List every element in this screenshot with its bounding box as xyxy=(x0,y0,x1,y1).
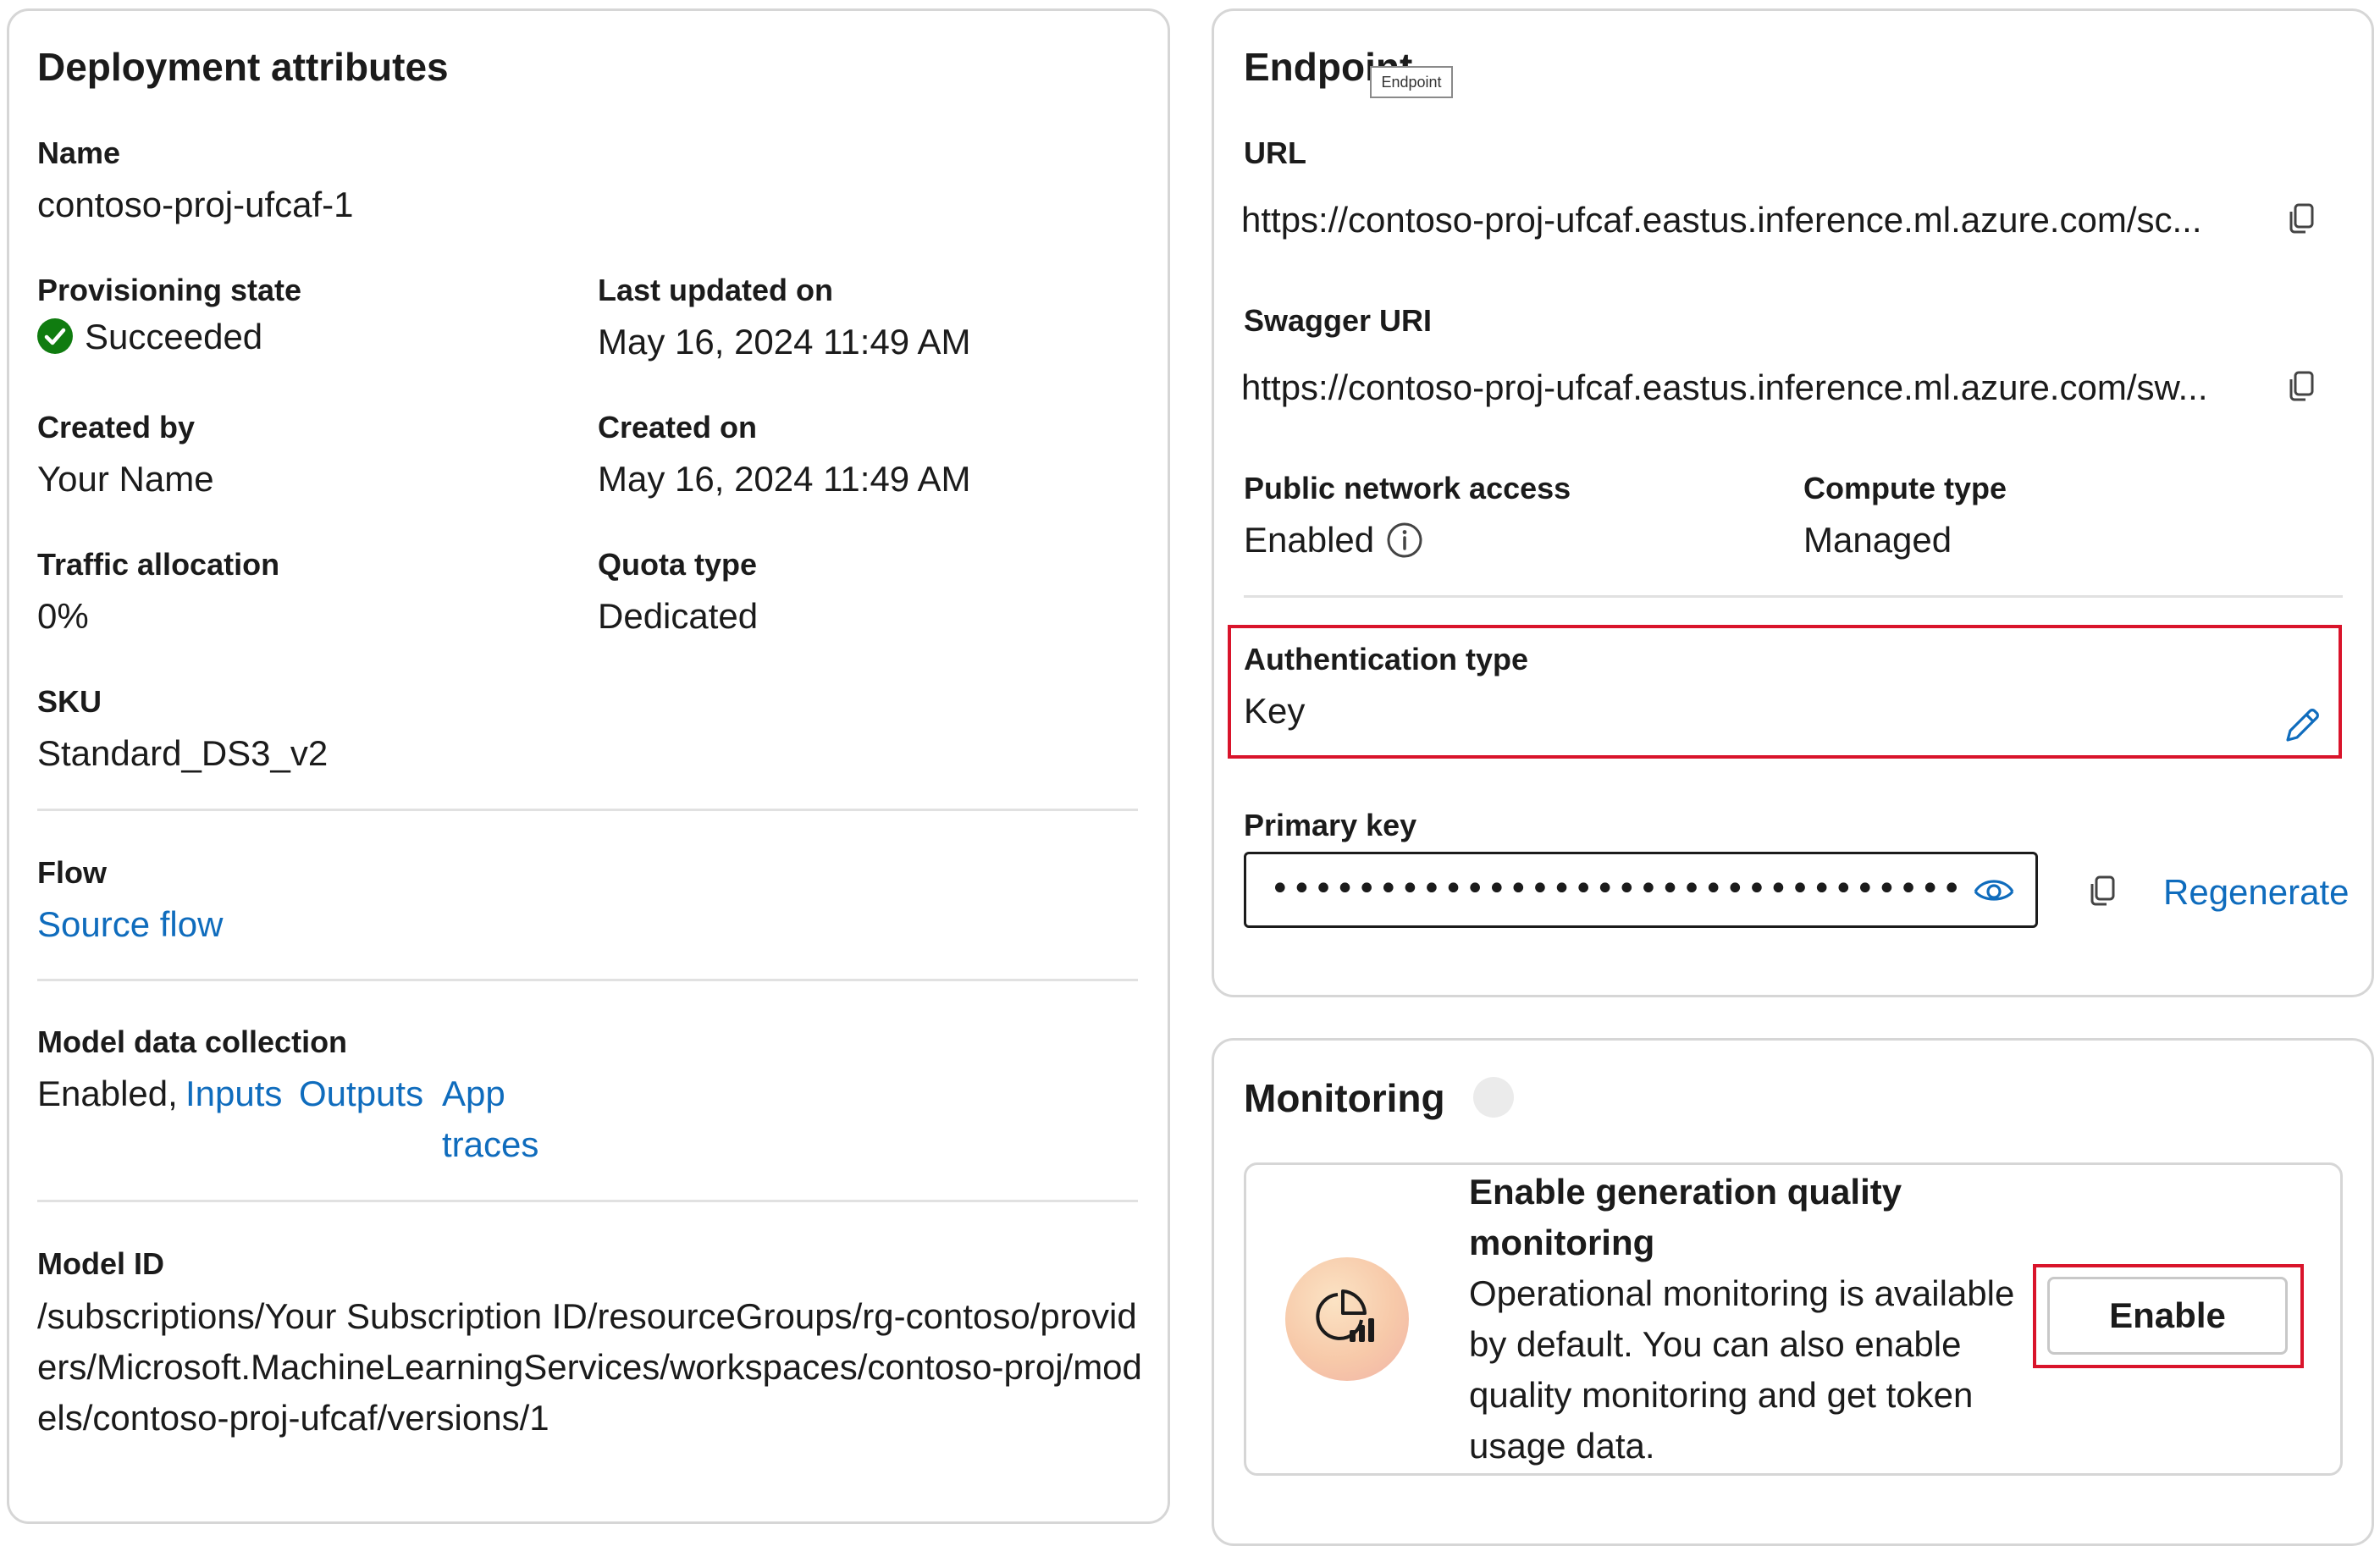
outputs-link[interactable]: Outputs xyxy=(299,1074,423,1114)
endpoint-tooltip: Endpoint xyxy=(1370,66,1453,98)
public-network-access-value: Enabled xyxy=(1244,520,1375,560)
last-updated-value: May 16, 2024 11:49 AM xyxy=(598,322,971,362)
model-id-value: /subscriptions/Your Subscription ID/reso… xyxy=(37,1296,1142,1438)
public-network-access-label: Public network access xyxy=(1244,471,1571,505)
name-value: contoso-proj-ufcaf-1 xyxy=(37,185,354,224)
monitoring-chart-icon xyxy=(1285,1257,1409,1381)
public-network-access: Enabled xyxy=(1244,520,1423,560)
divider xyxy=(1244,595,2343,598)
last-updated-label: Last updated on xyxy=(598,273,833,307)
divider xyxy=(37,1200,1138,1202)
authentication-type-label: Authentication type xyxy=(1244,642,1529,676)
inputs-link[interactable]: Inputs xyxy=(185,1074,282,1114)
created-on-value: May 16, 2024 11:49 AM xyxy=(598,459,971,499)
model-data-collection-value: Enabled, xyxy=(37,1074,178,1113)
compute-type-value: Managed xyxy=(1803,520,1952,560)
sku-label: SKU xyxy=(37,684,102,719)
provisioning-state-value: Succeeded xyxy=(85,317,263,356)
enable-button[interactable]: Enable xyxy=(2047,1277,2288,1355)
deployment-attributes-title: Deployment attributes xyxy=(37,45,449,89)
app-traces-link-line2[interactable]: traces xyxy=(442,1124,538,1165)
swagger-uri-value: https://contoso-proj-ufcaf.eastus.infere… xyxy=(1241,367,2208,407)
sku-value: Standard_DS3_v2 xyxy=(37,733,329,773)
source-flow-link[interactable]: Source flow xyxy=(37,904,223,945)
monitoring-status-dot xyxy=(1473,1077,1514,1118)
copy-url-icon[interactable] xyxy=(2283,200,2321,237)
model-id-label: Model ID xyxy=(37,1246,164,1281)
success-check-icon xyxy=(37,318,73,354)
compute-type-label: Compute type xyxy=(1803,471,2007,505)
quality-monitoring-description: Operational monitoring is available by d… xyxy=(1469,1273,2015,1466)
primary-key-masked: •••••••••••••••••••••••••••••••• xyxy=(1270,870,1963,908)
edit-pencil-icon[interactable] xyxy=(2281,704,2323,747)
swagger-uri-label: Swagger URI xyxy=(1244,303,1433,338)
divider xyxy=(37,809,1138,811)
created-by-label: Created by xyxy=(37,410,196,444)
traffic-allocation-label: Traffic allocation xyxy=(37,547,280,582)
copy-key-icon[interactable] xyxy=(2085,872,2122,909)
primary-key-field[interactable]: •••••••••••••••••••••••••••••••• xyxy=(1244,852,2038,928)
traffic-allocation-value: 0% xyxy=(37,596,89,636)
url-value: https://contoso-proj-ufcaf.eastus.infere… xyxy=(1241,200,2202,240)
regenerate-link[interactable]: Regenerate xyxy=(2163,872,2350,913)
app-traces-link[interactable]: App xyxy=(442,1074,505,1114)
monitoring-title: Monitoring xyxy=(1244,1076,1445,1120)
created-by-value: Your Name xyxy=(37,459,214,499)
quota-type-value: Dedicated xyxy=(598,596,759,636)
authentication-type-value: Key xyxy=(1244,691,1306,731)
provisioning-state: Succeeded xyxy=(37,317,262,357)
primary-key-label: Primary key xyxy=(1244,808,1417,842)
created-on-label: Created on xyxy=(598,410,758,444)
model-data-collection-label: Model data collection xyxy=(37,1024,348,1059)
flow-label: Flow xyxy=(37,855,107,890)
name-label: Name xyxy=(37,135,121,170)
copy-swagger-icon[interactable] xyxy=(2283,367,2321,405)
quota-type-label: Quota type xyxy=(598,547,758,582)
divider xyxy=(37,979,1138,981)
url-label: URL xyxy=(1244,135,1306,170)
provisioning-state-label: Provisioning state xyxy=(37,273,302,307)
eye-icon[interactable] xyxy=(1973,871,2015,913)
info-icon[interactable] xyxy=(1386,522,1423,559)
quality-monitoring-title: Enable generation quality monitoring xyxy=(1469,1172,1902,1262)
